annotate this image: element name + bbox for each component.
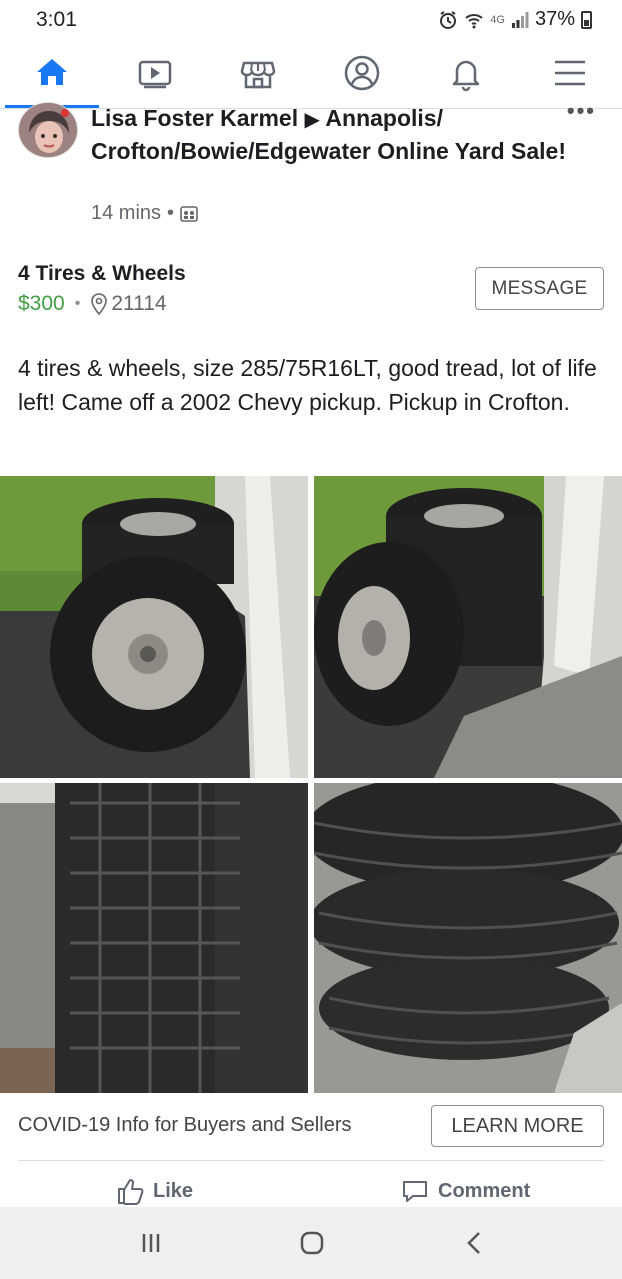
alarm-icon [440,10,457,29]
post-meta: 14 mins • [91,202,198,225]
listing-title[interactable]: 4 Tires & Wheels [18,262,186,286]
nav-marketplace[interactable] [208,38,308,108]
post-author-line: Lisa Foster Karmel ▶ Annapolis/ Crofton/… [91,103,571,167]
meta-separator: • [167,202,175,224]
recent-apps-icon [142,1234,160,1252]
battery-percent: 37% [534,8,575,30]
back-chevron-icon [467,1232,480,1254]
listing-info: $300 • 21114 [18,292,167,316]
comment-button[interactable]: Comment [400,1176,530,1206]
network-type: 4G [490,13,505,26]
listing-description: 4 tires & wheels, size 285/75R16LT, good… [18,355,597,415]
listing-location: 21114 [90,292,167,316]
learn-more-button[interactable]: LEARN MORE [431,1105,604,1147]
status-icons: 4G 37% [438,8,592,31]
profile-icon [344,55,380,91]
avatar-image [19,103,77,157]
nav-watch[interactable] [105,38,205,108]
tire-photo-image [0,476,308,778]
author-name[interactable]: Lisa Foster Karmel [91,105,298,131]
nav-notifications[interactable] [416,38,516,108]
listing-zip: 21114 [111,292,167,315]
video-icon [138,60,172,89]
group-privacy-icon [180,205,198,222]
tire-photo-image [314,476,622,778]
home-icon [37,59,67,85]
post-time[interactable]: 14 mins [91,202,161,225]
like-label: Like [153,1179,194,1202]
tire-photo-image [0,783,308,1093]
listing-photo-3[interactable] [0,783,308,1093]
nav-home[interactable] [2,38,102,108]
android-nav-bar [0,1207,622,1279]
more-options-icon[interactable]: ••• [567,98,596,124]
bell-icon [452,60,480,92]
info-separator: • [74,295,81,312]
thumbs-up-icon [118,1179,144,1205]
top-nav [0,38,622,108]
wifi-icon [465,13,483,28]
listing-price: $300 [18,292,65,315]
comment-label: Comment [438,1179,531,1202]
comment-icon [403,1181,427,1202]
like-button[interactable]: Like [115,1176,193,1206]
location-pin-icon [91,293,108,315]
covid-info-text: COVID-19 Info for Buyers and Sellers [18,1114,352,1136]
status-bar: 3:01 4G 37% [0,0,622,38]
tire-photo-image [314,783,622,1093]
author-avatar[interactable] [18,102,78,158]
arrow-icon: ▶ [304,109,320,131]
battery-icon [581,10,592,29]
menu-icon [555,60,585,86]
listing-photo-1[interactable] [0,476,308,778]
recent-apps-button[interactable] [131,1225,171,1261]
listing-photo-2[interactable] [314,476,622,778]
home-circle-icon [300,1231,324,1255]
status-time: 3:01 [36,8,77,31]
footer-divider [18,1160,604,1161]
back-button[interactable] [455,1225,495,1261]
nav-profile[interactable] [312,38,412,108]
home-system-button[interactable] [292,1225,332,1261]
signal-icon [511,11,529,28]
shop-icon [240,61,276,89]
listing-photo-4[interactable] [314,783,622,1093]
message-button[interactable]: MESSAGE [475,267,604,310]
